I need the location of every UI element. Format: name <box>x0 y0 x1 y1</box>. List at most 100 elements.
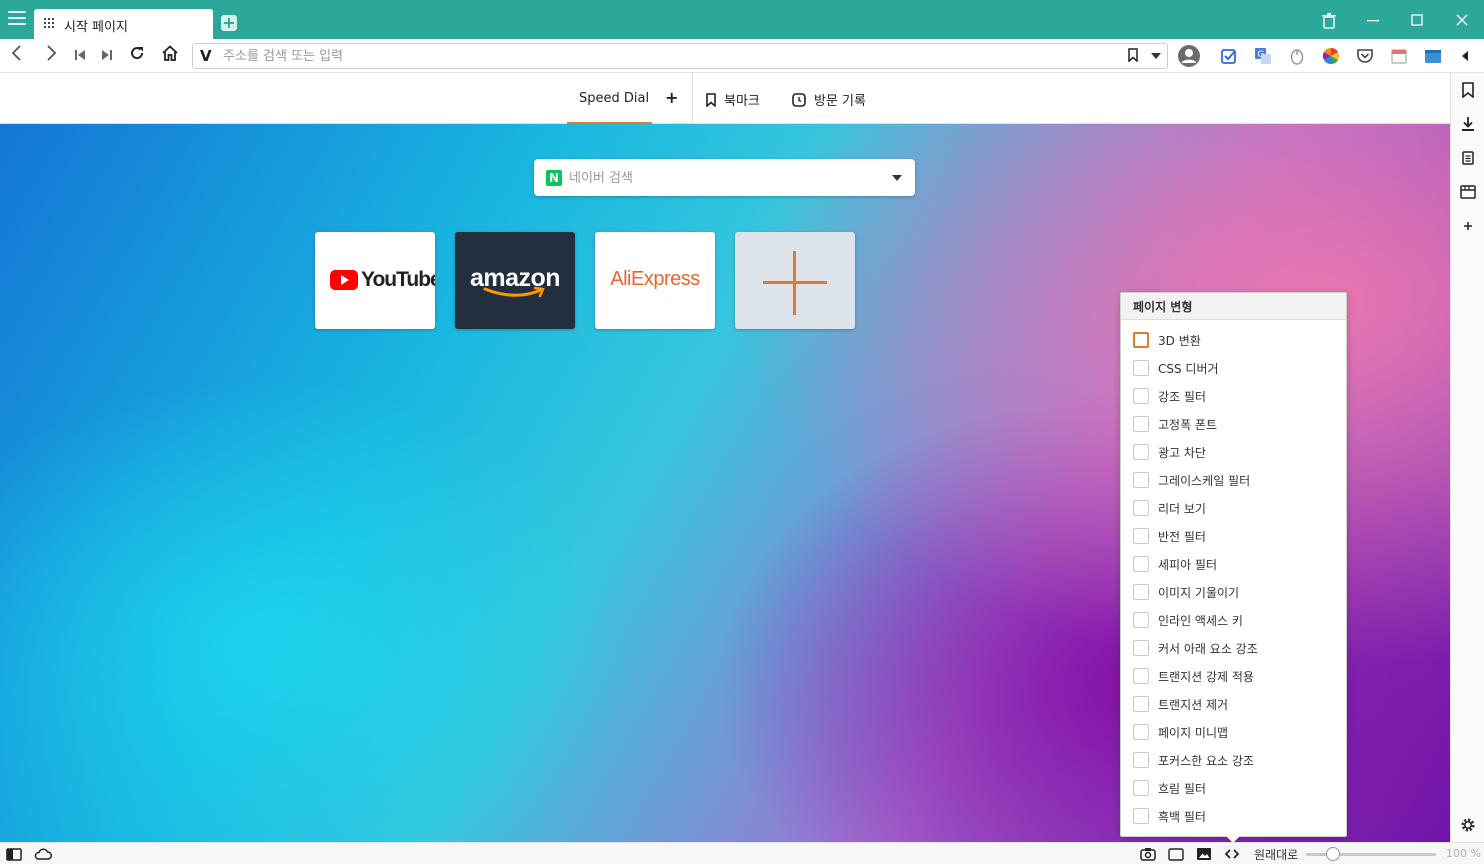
page-action-item[interactable]: 포커스한 요소 강조 <box>1121 746 1346 774</box>
checkbox[interactable] <box>1133 640 1149 656</box>
panel-toggle-icon[interactable] <box>6 846 22 862</box>
checkbox[interactable] <box>1133 360 1149 376</box>
start-page-header: Speed Dial + 북마크 방문 기록 <box>0 73 1450 124</box>
fast-forward-button[interactable] <box>95 44 119 68</box>
reload-icon[interactable] <box>125 44 149 68</box>
checkbox[interactable] <box>1133 556 1149 572</box>
vivaldi-logo-icon: V <box>200 47 212 65</box>
trash-icon[interactable] <box>1316 9 1342 33</box>
translate-icon[interactable]: G <box>1254 47 1272 65</box>
page-action-item[interactable]: 페이지 미니맵 <box>1121 718 1346 746</box>
checkbox[interactable] <box>1133 668 1149 684</box>
speed-dial-grid-icon <box>44 18 54 28</box>
page-action-item[interactable]: 강조 필터 <box>1121 382 1346 410</box>
minimize-button[interactable] <box>1360 9 1386 33</box>
speed-dial-aliexpress[interactable]: AliExpress <box>595 232 715 329</box>
close-window-button[interactable] <box>1449 9 1475 33</box>
page-action-item[interactable]: 반전 필터 <box>1121 522 1346 550</box>
checkbox[interactable] <box>1133 780 1149 796</box>
window-panel-icon[interactable] <box>1424 47 1442 65</box>
add-speed-dial-button[interactable] <box>735 232 855 329</box>
page-action-item[interactable]: 고정폭 폰트 <box>1121 410 1346 438</box>
page-action-item[interactable]: 트랜지션 강제 적용 <box>1121 662 1346 690</box>
notes-panel-icon[interactable] <box>1460 150 1476 166</box>
amazon-smile-icon <box>483 286 545 298</box>
page-action-item[interactable]: 그레이스케일 필터 <box>1121 466 1346 494</box>
extensions-toggle-icon[interactable] <box>1461 50 1479 68</box>
speed-dial-youtube[interactable]: YouTube <box>315 232 435 329</box>
page-action-item[interactable]: 인라인 액세스 키 <box>1121 606 1346 634</box>
maximize-button[interactable] <box>1404 9 1430 33</box>
checkbox[interactable] <box>1133 584 1149 600</box>
checkbox[interactable] <box>1133 528 1149 544</box>
checkbox[interactable] <box>1133 500 1149 516</box>
page-action-item[interactable]: 세피아 필터 <box>1121 550 1346 578</box>
tab-speed-dial[interactable]: Speed Dial <box>567 73 652 124</box>
home-icon[interactable] <box>158 44 182 68</box>
page-action-item[interactable]: 흑백 필터 <box>1121 802 1346 830</box>
page-action-item[interactable]: 3D 변환 <box>1121 326 1346 354</box>
checkbox[interactable] <box>1133 388 1149 404</box>
checkbox[interactable] <box>1133 724 1149 740</box>
address-dropdown-icon[interactable] <box>1151 53 1161 59</box>
page-action-item[interactable]: 광고 차단 <box>1121 438 1346 466</box>
tab-start-page[interactable]: 시작 페이지 <box>34 9 213 39</box>
new-tab-button[interactable]: + <box>221 15 237 31</box>
pocket-icon[interactable] <box>1356 47 1374 65</box>
panel-bar <box>1450 73 1484 842</box>
tab-history[interactable]: 방문 기록 <box>792 90 866 109</box>
add-speed-dial-group-button[interactable]: + <box>665 88 678 107</box>
header-divider <box>692 73 693 124</box>
checkbox[interactable] <box>1133 752 1149 768</box>
aliexpress-logo: AliExpress <box>610 268 700 290</box>
url-field[interactable]: V <box>192 43 1168 69</box>
page-action-item[interactable]: 트랜지션 제거 <box>1121 690 1346 718</box>
checkbox[interactable] <box>1133 696 1149 712</box>
page-action-item[interactable]: CSS 디버거 <box>1121 354 1346 382</box>
search-input[interactable] <box>569 168 879 188</box>
search-box[interactable]: N <box>534 159 915 196</box>
page-action-item[interactable]: 흐림 필터 <box>1121 774 1346 802</box>
checkbox[interactable] <box>1133 416 1149 432</box>
checkbox[interactable] <box>1133 472 1149 488</box>
page-action-item[interactable]: 리더 보기 <box>1121 494 1346 522</box>
calendar-icon[interactable] <box>1390 47 1408 65</box>
tab-bookmarks[interactable]: 북마크 <box>706 90 760 109</box>
images-toggle-icon[interactable] <box>1196 846 1212 862</box>
status-bar: 원래대로 100 % <box>0 842 1484 864</box>
page-action-item[interactable]: 커서 아래 요소 강조 <box>1121 634 1346 662</box>
bookmarks-panel-icon[interactable] <box>1460 82 1476 99</box>
youtube-logo: YouTube <box>330 268 435 292</box>
window-panel-icon[interactable] <box>1460 184 1476 200</box>
title-bar: 시작 페이지 + <box>0 0 1484 39</box>
zoom-reset-button[interactable]: 원래대로 <box>1254 846 1298 863</box>
checkbox[interactable] <box>1133 332 1149 348</box>
forward-button[interactable] <box>39 44 63 68</box>
history-label: 방문 기록 <box>814 94 866 109</box>
mouse-gesture-icon[interactable] <box>1288 47 1306 65</box>
profile-avatar-icon[interactable] <box>1177 44 1201 68</box>
page-action-item[interactable]: 이미지 기울이기 <box>1121 578 1346 606</box>
checkbox[interactable] <box>1133 612 1149 628</box>
bookmark-icon <box>706 92 716 107</box>
tiling-icon[interactable] <box>1168 846 1184 862</box>
back-button[interactable] <box>5 44 29 68</box>
vivaldi-menu-button[interactable] <box>8 11 26 27</box>
search-engine-dropdown-icon[interactable] <box>892 175 902 181</box>
speed-dial-amazon[interactable]: amazon <box>455 232 575 329</box>
zoom-value: 100 % <box>1446 847 1481 860</box>
sync-cloud-icon[interactable] <box>34 846 52 862</box>
bookmark-page-icon[interactable] <box>1128 48 1138 66</box>
page-actions-code-icon[interactable] <box>1224 846 1240 862</box>
checkbox[interactable] <box>1133 808 1149 824</box>
todo-checkbox-icon[interactable] <box>1220 47 1238 65</box>
color-wheel-icon[interactable] <box>1322 47 1340 65</box>
checkbox[interactable] <box>1133 444 1149 460</box>
address-input[interactable] <box>223 46 1103 66</box>
capture-camera-icon[interactable] <box>1140 846 1156 862</box>
downloads-panel-icon[interactable] <box>1460 116 1476 132</box>
zoom-slider-handle[interactable] <box>1326 847 1340 861</box>
rewind-button[interactable] <box>68 44 92 68</box>
add-web-panel-icon[interactable] <box>1460 218 1476 234</box>
settings-gear-icon[interactable] <box>1460 817 1476 833</box>
